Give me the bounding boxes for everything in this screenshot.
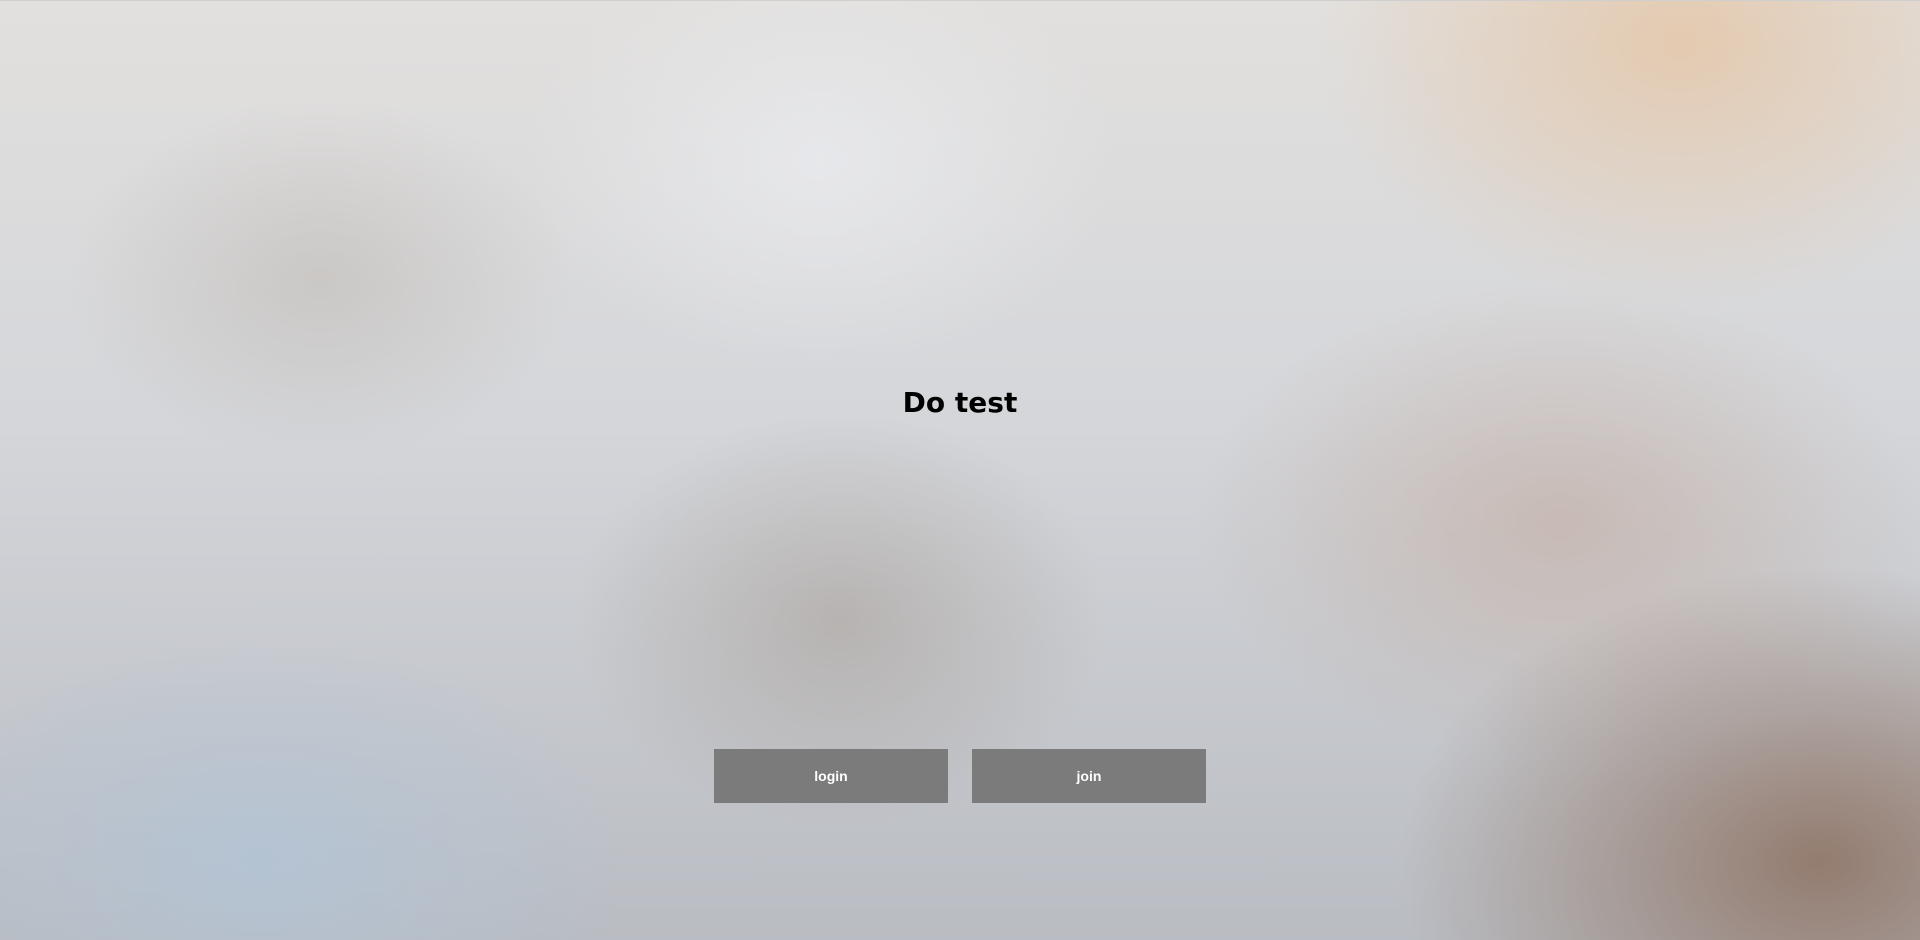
page-title: Do test	[902, 386, 1018, 419]
join-button[interactable]: join	[972, 749, 1206, 803]
background-image	[0, 0, 1920, 940]
login-button[interactable]: login	[714, 749, 948, 803]
